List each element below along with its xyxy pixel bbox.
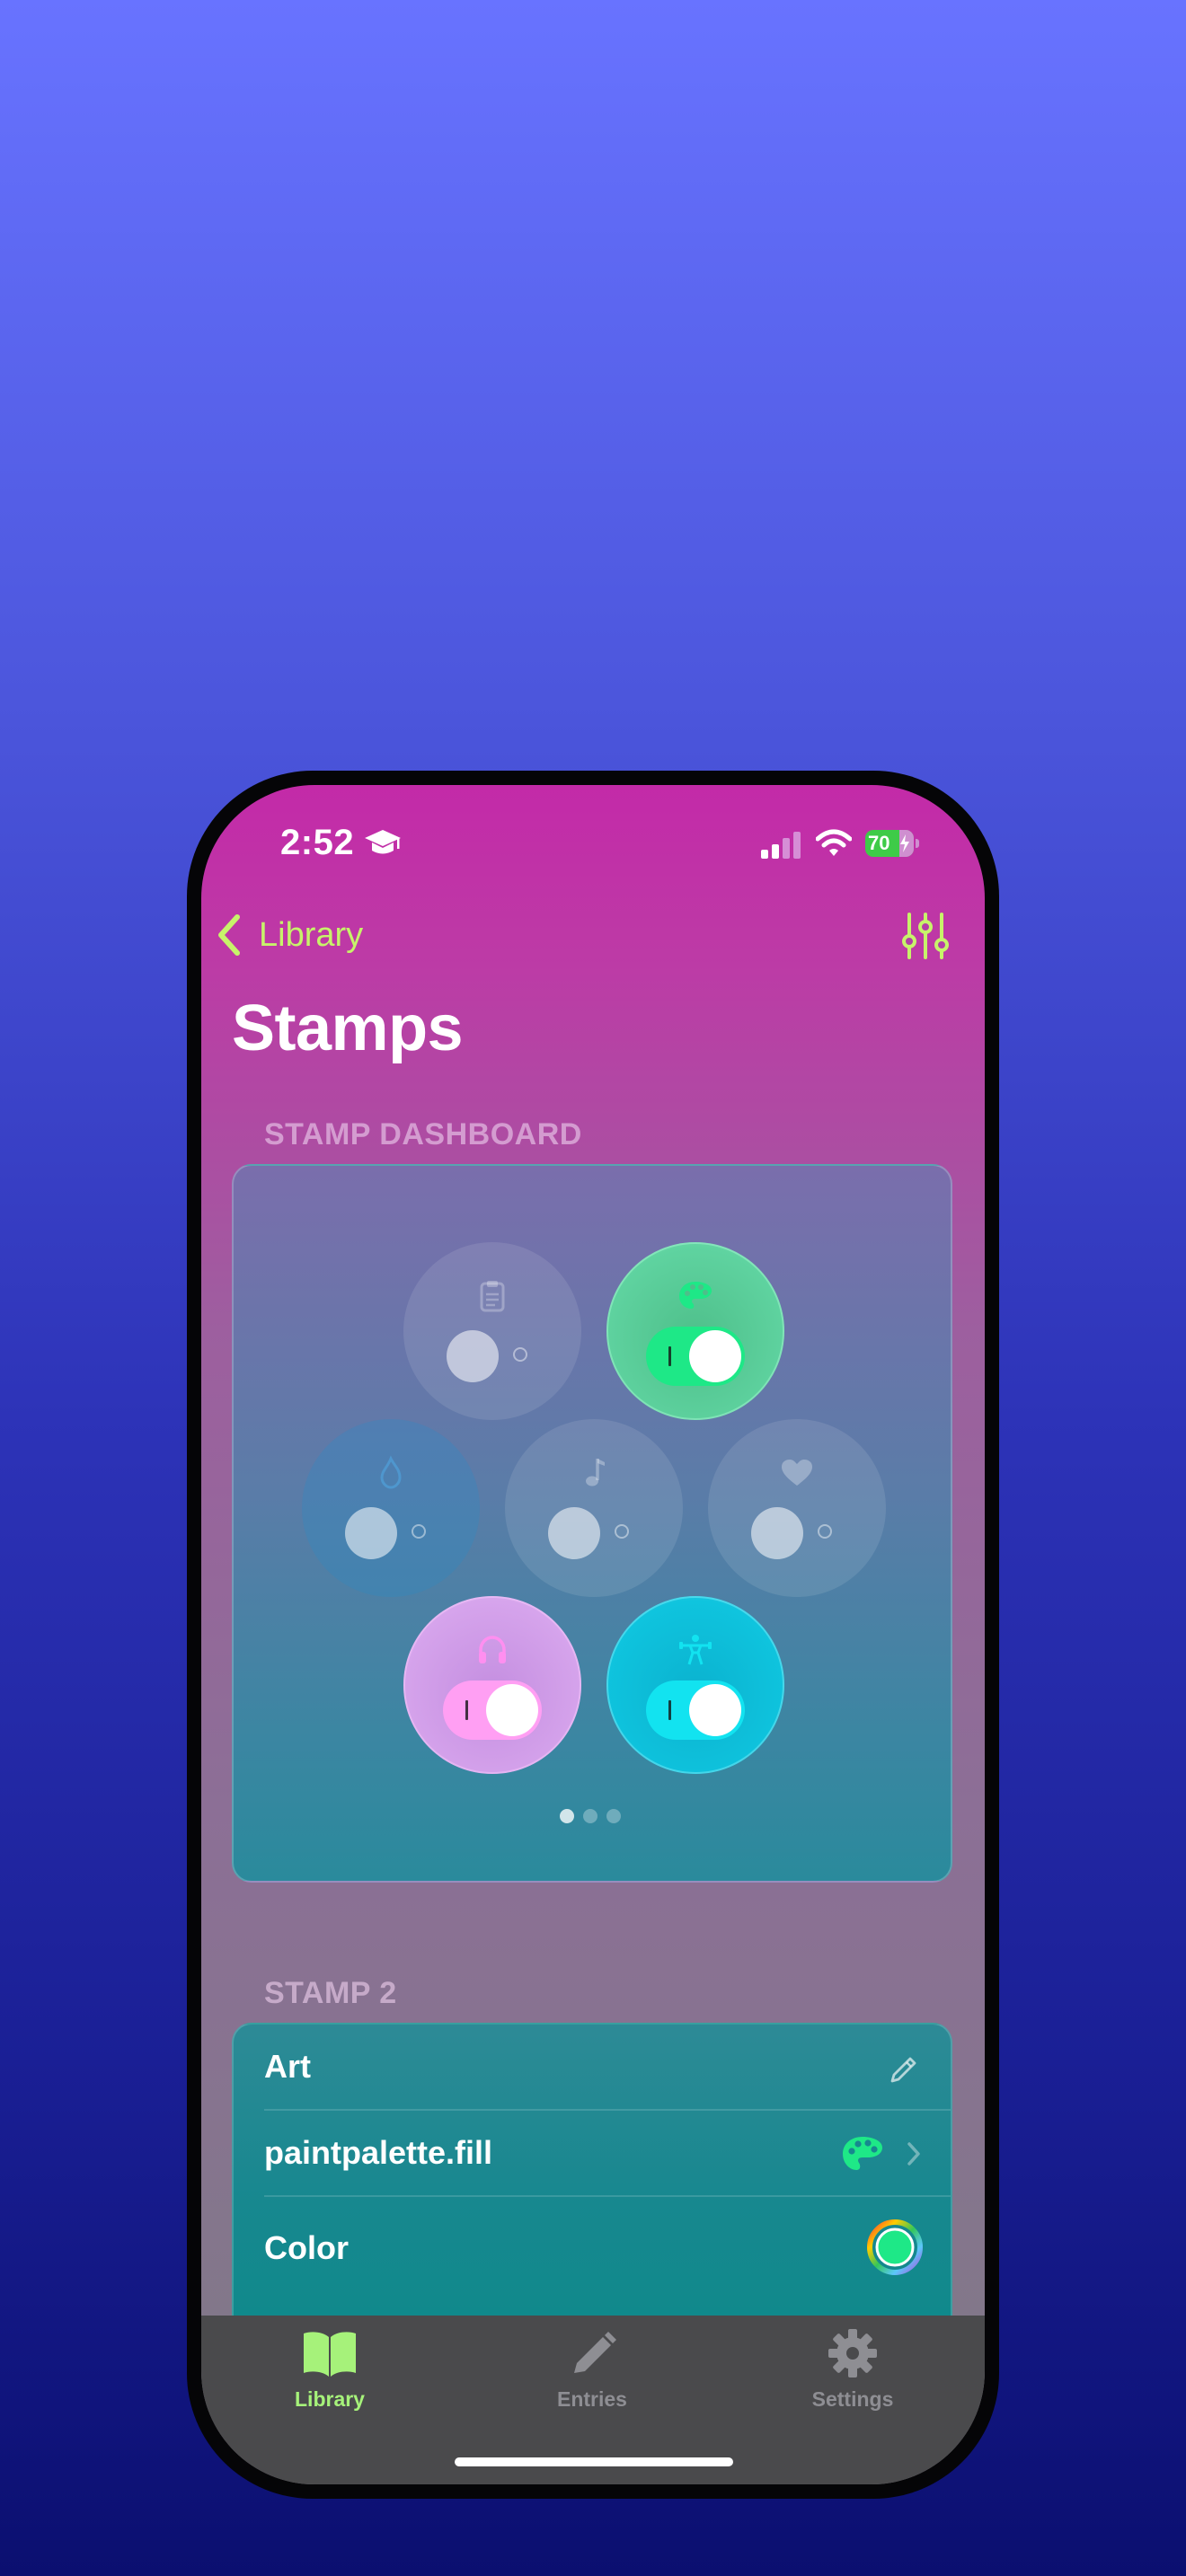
stamp-color-row[interactable]: Color bbox=[234, 2197, 951, 2298]
tab-library-label: Library bbox=[295, 2387, 365, 2411]
battery-indicator: 70 bbox=[865, 830, 919, 859]
stamp-symbol-row[interactable]: paintpalette.fill bbox=[234, 2111, 951, 2197]
stamp-dashboard-card bbox=[232, 1164, 952, 1883]
stamp-strength-training[interactable] bbox=[606, 1596, 784, 1774]
tab-settings-label: Settings bbox=[811, 2387, 894, 2411]
section-header-stamp-2: STAMP 2 bbox=[264, 1976, 397, 2010]
tab-entries[interactable]: Entries bbox=[502, 2328, 682, 2427]
stamp-clipboard[interactable] bbox=[403, 1242, 581, 1420]
stamp-paintpalette[interactable] bbox=[606, 1242, 784, 1420]
pencil-icon[interactable] bbox=[888, 2053, 920, 2086]
stamp-color-label: Color bbox=[264, 2229, 349, 2266]
chevron-right-icon bbox=[907, 2142, 920, 2166]
cellular-signal-icon bbox=[761, 832, 801, 859]
pencil-icon bbox=[574, 2332, 616, 2373]
stamp-name-row[interactable]: Art bbox=[234, 2025, 951, 2111]
graduation-cap-icon bbox=[365, 830, 401, 854]
stamp-toggle[interactable] bbox=[443, 1327, 542, 1386]
headphones-icon bbox=[479, 1636, 506, 1663]
phone-screen: 2:52 70 Library Stamps STAMP DASHBOARD S… bbox=[201, 785, 985, 2484]
stamp-toggle[interactable] bbox=[646, 1327, 745, 1386]
stamp-toggle[interactable] bbox=[544, 1504, 643, 1563]
home-indicator[interactable] bbox=[455, 2457, 733, 2466]
paintpalette-icon bbox=[679, 1282, 712, 1309]
flame-icon bbox=[380, 1455, 402, 1489]
back-button[interactable]: Library bbox=[214, 911, 363, 959]
charging-bolt-icon bbox=[900, 834, 909, 852]
stamp-name: Art bbox=[264, 2048, 311, 2085]
tab-settings[interactable]: Settings bbox=[763, 2328, 943, 2427]
book-icon bbox=[304, 2332, 356, 2377]
page-dot[interactable] bbox=[606, 1809, 621, 1823]
gear-icon bbox=[828, 2329, 877, 2378]
battery-body: 70 bbox=[865, 830, 914, 857]
back-button-label: Library bbox=[259, 915, 364, 954]
sliders-icon[interactable] bbox=[902, 911, 949, 961]
music-note-icon bbox=[586, 1459, 605, 1486]
stamp-toggle[interactable] bbox=[646, 1681, 745, 1740]
page-title: Stamps bbox=[232, 992, 464, 1064]
stamp-music-note[interactable] bbox=[505, 1419, 683, 1597]
stamp-headphones[interactable] bbox=[403, 1596, 581, 1774]
tab-entries-label: Entries bbox=[557, 2387, 627, 2411]
stamp-heart[interactable] bbox=[708, 1419, 886, 1597]
stamp-toggle[interactable] bbox=[341, 1504, 440, 1563]
stamp-flame[interactable] bbox=[302, 1419, 480, 1597]
section-header-dashboard: STAMP DASHBOARD bbox=[264, 1117, 582, 1151]
status-time: 2:52 bbox=[280, 823, 355, 862]
stamp-toggle[interactable] bbox=[443, 1681, 542, 1740]
tab-library[interactable]: Library bbox=[240, 2328, 420, 2427]
battery-percent: 70 bbox=[868, 832, 890, 854]
figure-strengthtraining-icon bbox=[679, 1635, 712, 1665]
heart-icon bbox=[782, 1460, 812, 1486]
wifi-icon bbox=[816, 829, 852, 856]
clipboard-icon bbox=[480, 1281, 505, 1312]
page-indicator[interactable] bbox=[560, 1809, 621, 1823]
page-dot[interactable] bbox=[583, 1809, 597, 1823]
stamp-symbol-name: paintpalette.fill bbox=[264, 2134, 493, 2171]
paintpalette-icon bbox=[843, 2137, 882, 2170]
color-picker-well[interactable] bbox=[866, 2219, 924, 2276]
chevron-left-icon bbox=[218, 914, 240, 956]
page-dot[interactable] bbox=[560, 1809, 574, 1823]
stamp-toggle[interactable] bbox=[748, 1504, 846, 1563]
